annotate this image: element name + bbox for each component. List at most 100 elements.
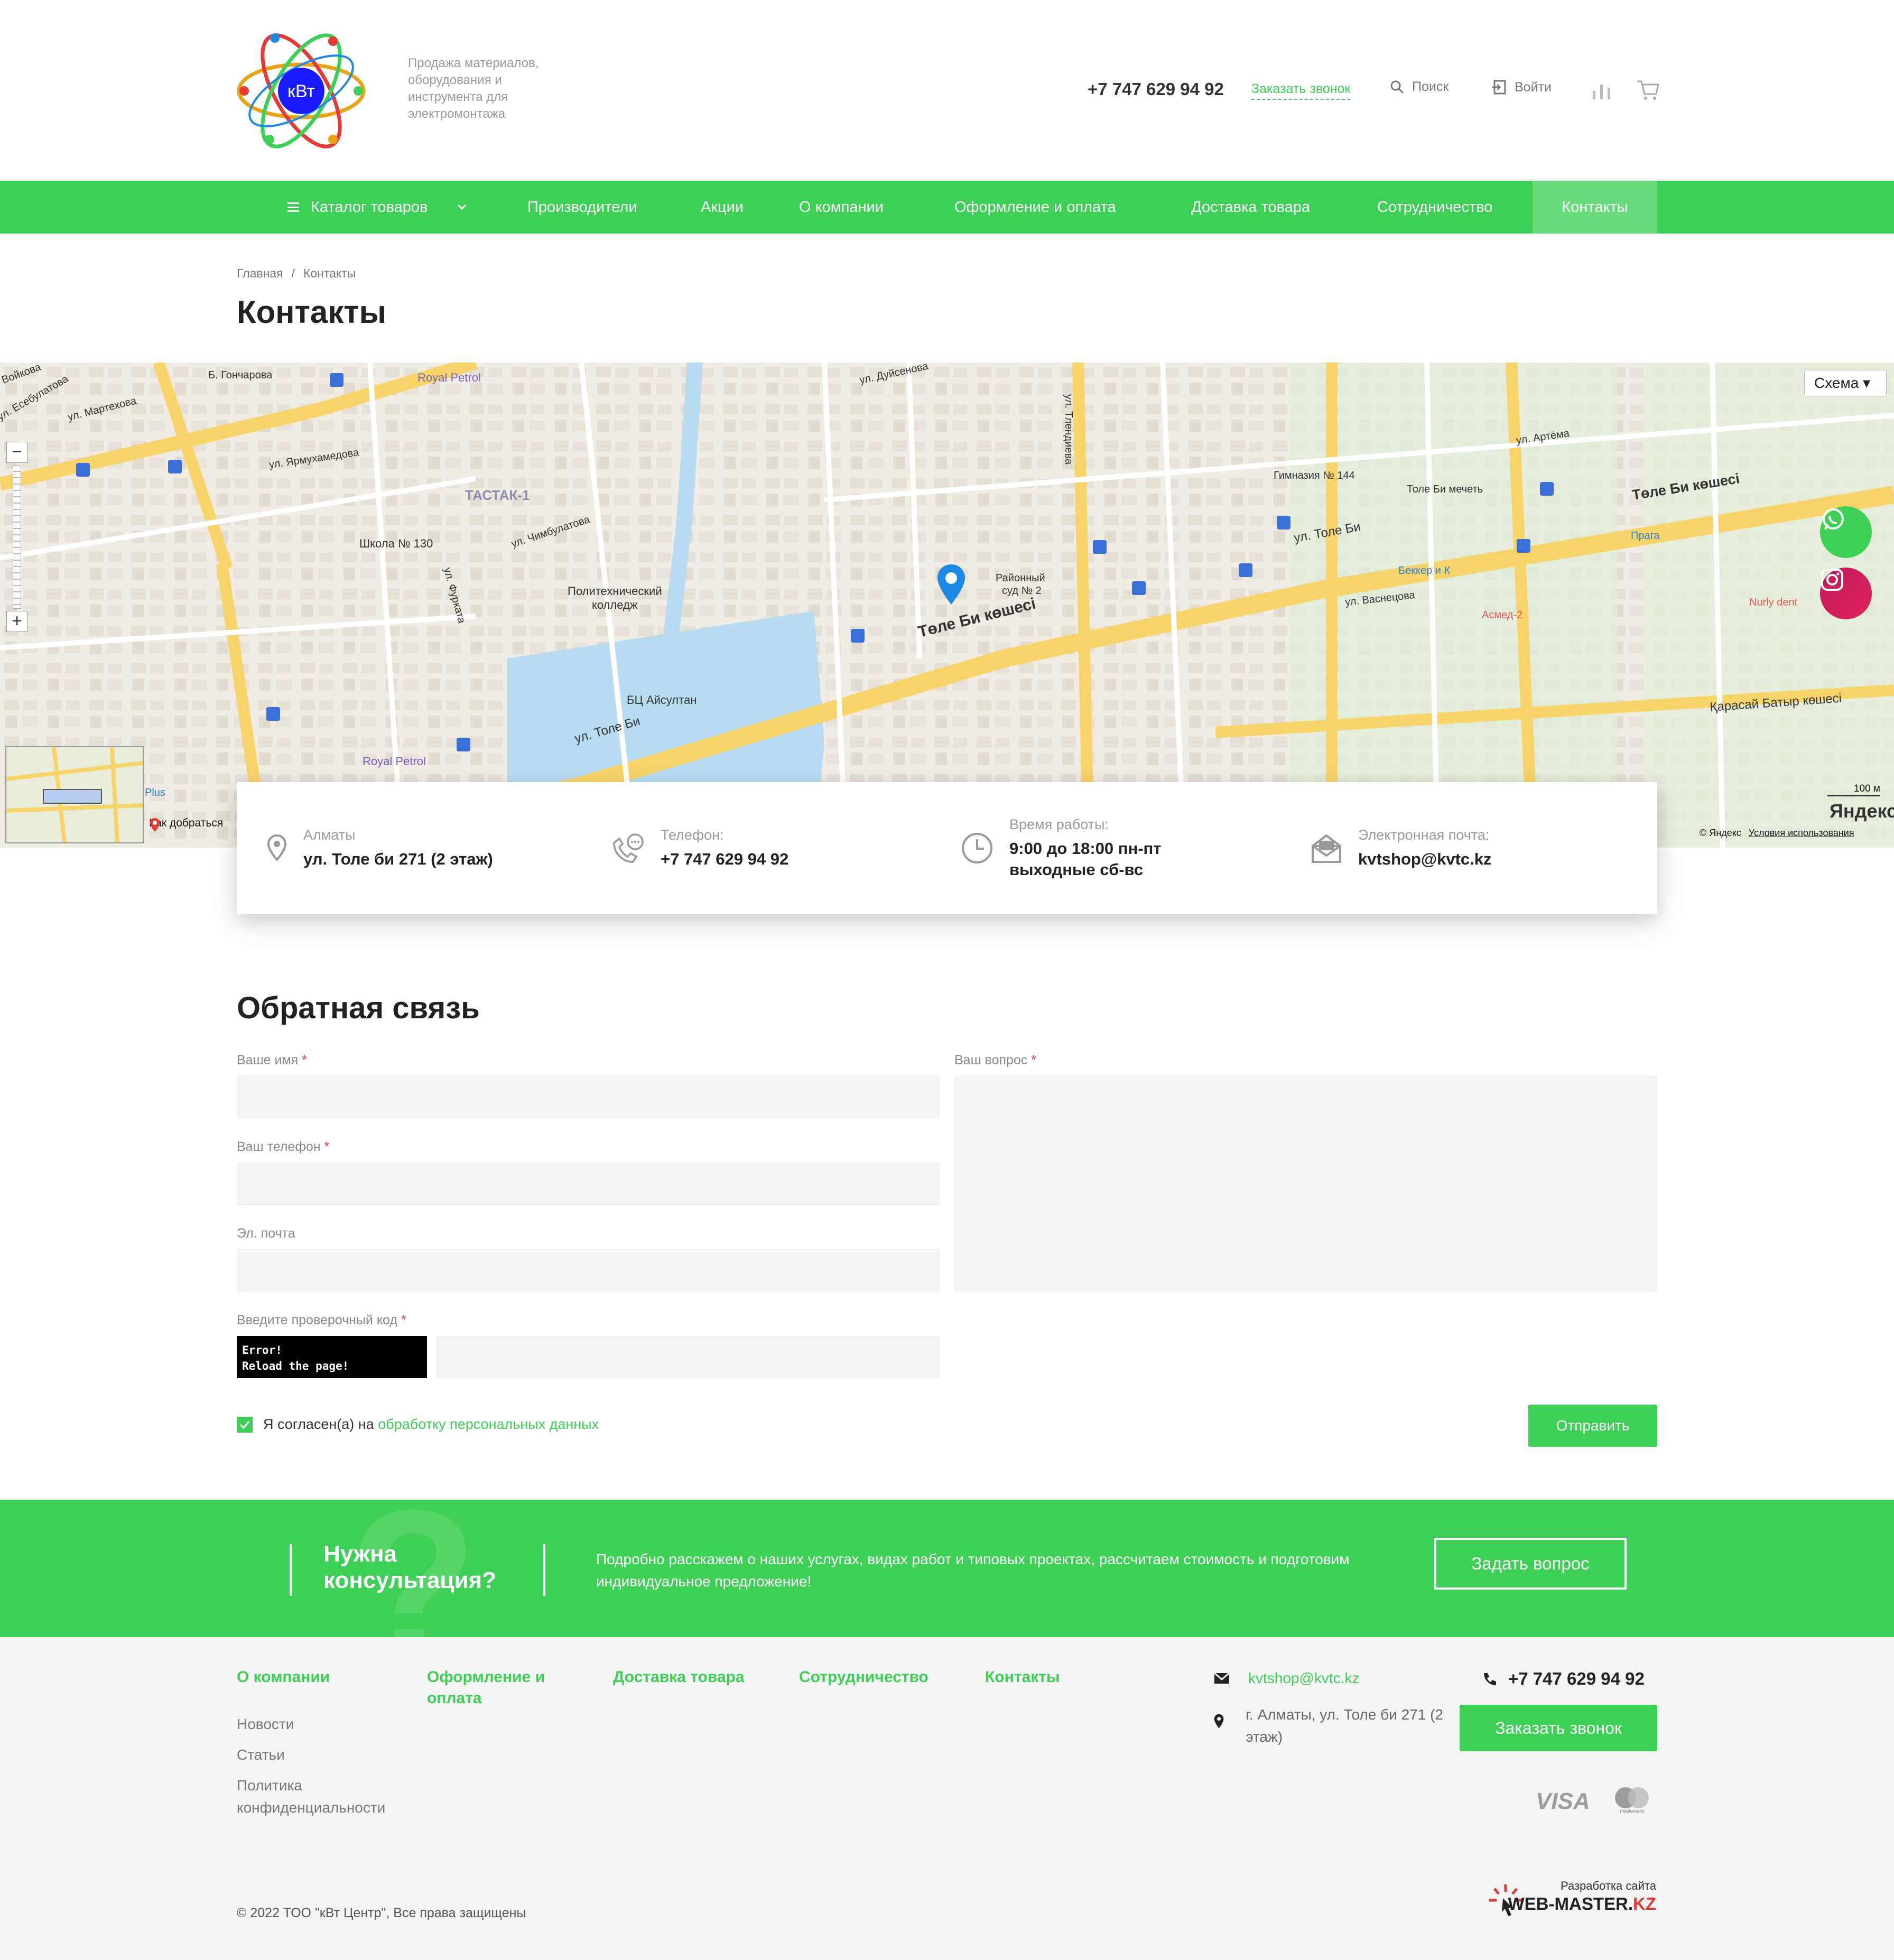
ask-question-button[interactable]: Задать вопрос — [1434, 1538, 1627, 1590]
consultation-text: Подробно расскажем о наших услугах, вида… — [596, 1551, 1350, 1590]
nav-item-promotions[interactable]: Акции — [701, 181, 744, 234]
phone-input[interactable] — [237, 1163, 940, 1205]
nav-item-contacts[interactable]: Контакты — [1533, 181, 1657, 234]
page-title: Контакты — [237, 294, 386, 330]
map-label: Беккер и К — [1398, 565, 1451, 577]
zoom-out-button[interactable]: − — [6, 442, 27, 463]
mastercard-logo: mastercard — [1611, 1786, 1653, 1814]
email-field-label: Эл. почта — [237, 1226, 295, 1241]
yandex-logo[interactable]: Яндекс — [1830, 800, 1894, 822]
nav-item-about[interactable]: О компании — [799, 181, 884, 234]
breadcrumb-current: Контакты — [303, 266, 356, 280]
map-copyright: © Яндекс Условия использования — [1700, 828, 1854, 839]
contact-info-card: Алматы ул. Толе би 271 (2 этаж) Телефон:… — [237, 782, 1657, 914]
map-zoom-control: − + — [6, 442, 27, 632]
map-pin-icon — [937, 564, 965, 605]
map-label: колледж — [592, 598, 638, 611]
footer-payment-title[interactable]: Оформление и оплата — [427, 1667, 575, 1709]
map-label: Royal Petrol — [417, 371, 481, 384]
minimap-canvas — [6, 747, 143, 842]
header-search-button[interactable]: Поиск — [1390, 79, 1449, 95]
mail-icon — [1214, 1672, 1230, 1684]
submit-button[interactable]: Отправить — [1528, 1405, 1657, 1447]
footer-email[interactable]: kvtshop@kvtc.kz — [1213, 1670, 1359, 1687]
login-icon — [1492, 80, 1506, 95]
zoom-in-button[interactable]: + — [6, 611, 27, 632]
developer-name: WEB-MASTER.KZ — [1508, 1894, 1656, 1914]
header-phone[interactable]: +7 747 629 94 92 — [1088, 79, 1224, 99]
kvt-logo[interactable]: кВт — [233, 22, 370, 160]
header-callback-link[interactable]: Заказать звонок — [1251, 81, 1351, 100]
nav-catalog-label: Каталог товаров — [311, 199, 428, 216]
footer-phone[interactable]: +7 747 629 94 92 — [1482, 1669, 1645, 1689]
compare-icon[interactable] — [1591, 79, 1615, 100]
consent-checkbox[interactable] — [237, 1416, 253, 1433]
nav-catalog[interactable]: Каталог товаров — [287, 181, 483, 234]
question-field-label: Ваш вопрос * — [954, 1053, 1036, 1068]
footer-link-articles[interactable]: Статьи — [237, 1744, 285, 1766]
map-scale: 100 м — [1827, 783, 1880, 796]
map-label: Plus — [145, 787, 165, 798]
instagram-button[interactable] — [1820, 568, 1872, 619]
name-input[interactable] — [237, 1076, 940, 1118]
footer-cooperation-title[interactable]: Сотрудничество — [799, 1667, 929, 1688]
map-label: Гимназия № 144 — [1274, 470, 1355, 481]
footer-delivery-title[interactable]: Доставка товара — [613, 1667, 745, 1688]
mastercard-circles: mastercard — [1615, 1787, 1649, 1814]
site-header: кВт Продажа материалов, оборудования и и… — [0, 0, 1894, 181]
question-label-text: Ваш вопрос — [954, 1053, 1028, 1067]
footer-link-news[interactable]: Новости — [237, 1713, 294, 1735]
contact-address-value: ул. Толе би 271 (2 этаж) — [303, 849, 493, 868]
required-mark: * — [401, 1313, 406, 1327]
map-layer-switcher[interactable]: Схема ▾ — [1804, 370, 1887, 396]
consultation-title: Нужна консультация? — [323, 1541, 497, 1593]
question-textarea[interactable] — [954, 1076, 1657, 1292]
developer-credit[interactable]: Разработка сайта WEB-MASTER.KZ — [1487, 1876, 1661, 1929]
breadcrumb-home[interactable]: Главная — [237, 266, 283, 280]
nav-item-manufacturers[interactable]: Производители — [527, 181, 637, 234]
site-tagline: Продажа материалов, оборудования и инстр… — [408, 55, 567, 123]
required-mark: * — [1031, 1053, 1037, 1067]
mastercard-text: mastercard — [1620, 1808, 1644, 1814]
main-nav: Каталог товаров Производители Акции О ко… — [0, 181, 1894, 234]
search-icon — [1390, 80, 1404, 94]
footer-address: г. Алматы, ул. Толе би 271 (2 этаж) — [1213, 1704, 1456, 1748]
nav-item-delivery[interactable]: Доставка товара — [1191, 181, 1310, 234]
contact-email-value[interactable]: kvtshop@kvtc.kz — [1358, 849, 1491, 870]
whatsapp-button[interactable] — [1820, 506, 1872, 558]
required-mark: * — [324, 1139, 330, 1154]
visa-logo: VISA — [1536, 1788, 1590, 1814]
check-icon — [239, 1420, 250, 1429]
email-input[interactable] — [237, 1249, 940, 1292]
captcha-input[interactable] — [437, 1336, 940, 1378]
footer-callback-button[interactable]: Заказать звонок — [1460, 1705, 1657, 1751]
map-minimap[interactable] — [5, 746, 144, 843]
map-layer-label: Схема — [1814, 375, 1859, 391]
consent-link[interactable]: обработку персональных данных — [378, 1416, 599, 1432]
cart-icon[interactable] — [1636, 78, 1659, 101]
contact-city: Алматы — [303, 826, 356, 843]
instagram-icon — [1821, 569, 1843, 591]
nav-item-cooperation[interactable]: Сотрудничество — [1377, 181, 1492, 234]
contact-hours-label: Время работы: — [1009, 816, 1109, 832]
footer-contacts-title[interactable]: Контакты — [985, 1667, 1060, 1688]
contact-hours-weekdays: 9:00 до 18:00 пн-пт — [1009, 839, 1162, 858]
zoom-slider[interactable] — [13, 465, 21, 609]
required-mark: * — [302, 1053, 307, 1067]
map-label: Школа № 130 — [359, 537, 433, 550]
consent-text: Я согласен(а) на — [263, 1416, 374, 1432]
map-terms-link[interactable]: Условия использования — [1749, 828, 1854, 838]
footer-email-value: kvtshop@kvtc.kz — [1248, 1670, 1360, 1686]
footer-link-privacy[interactable]: Политика конфиденциальности — [237, 1775, 406, 1819]
footer-about-title[interactable]: О компании — [237, 1667, 330, 1688]
map-label: Nurly dent — [1749, 597, 1798, 608]
captcha-error-line: Error! — [242, 1344, 282, 1357]
yandex-map[interactable]: Төле Би көшесі ул. Толе Би ул. Толе Би Т… — [0, 363, 1894, 848]
consultation-banner: ? Нужна консультация? Подробно расскажем… — [0, 1500, 1894, 1637]
contact-phone-value[interactable]: +7 747 629 94 92 — [661, 849, 788, 870]
header-login-button[interactable]: Войти — [1491, 79, 1552, 95]
footer-phone-value: +7 747 629 94 92 — [1508, 1669, 1645, 1688]
nav-item-payment[interactable]: Оформление и оплата — [954, 181, 1116, 234]
map-route-link[interactable]: Как добраться — [149, 817, 223, 832]
mail-icon — [1312, 834, 1341, 863]
